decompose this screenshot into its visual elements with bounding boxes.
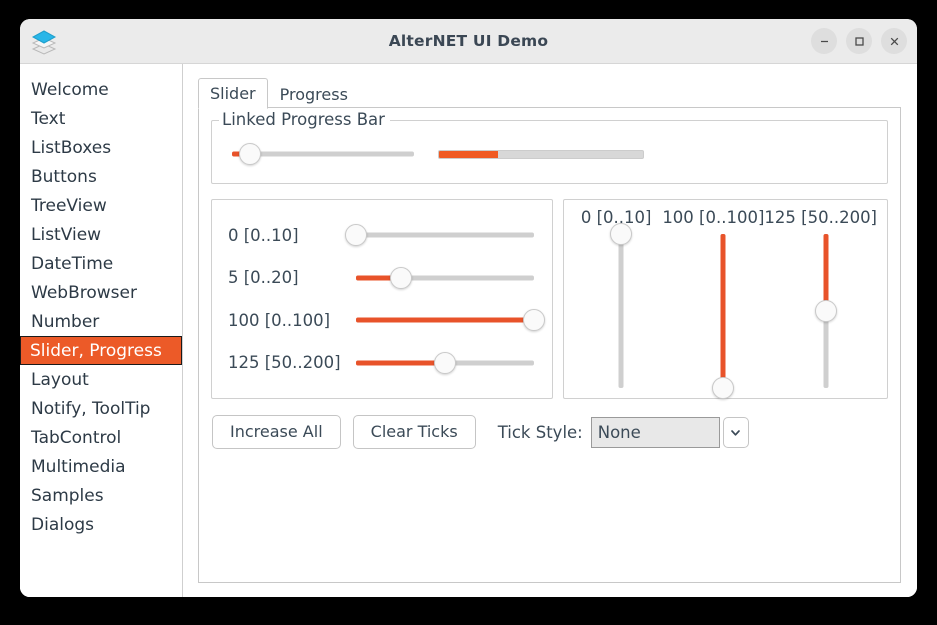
close-icon[interactable]: [881, 28, 907, 54]
vertical-slider-label: 100 [0..100]: [662, 208, 765, 227]
slider-wrap: [356, 265, 534, 291]
slider-label: 100 [0..100]: [228, 310, 331, 330]
slider-label: 125 [50..200]: [228, 353, 341, 373]
chevron-down-icon[interactable]: [722, 416, 749, 448]
tab-panel-slider: Linked Progress Bar 0 [0..10] 5 [0..20] …: [198, 107, 901, 583]
vertical-slider-0-10[interactable]: [608, 223, 634, 388]
sidebar-item-dialogs[interactable]: Dialogs: [20, 510, 182, 539]
app-window: AlterNET UI Demo Welcome Text ListBoxes …: [20, 19, 917, 597]
sidebar-item-listview[interactable]: ListView: [20, 220, 182, 249]
slider-track: [356, 232, 534, 238]
vertical-slider-tracks: [570, 223, 877, 399]
slider-row: 5 [0..20]: [228, 263, 534, 293]
slider-thumb[interactable]: [712, 377, 735, 399]
sidebar: Welcome Text ListBoxes Buttons TreeView …: [20, 64, 183, 597]
slider-label: 5 [0..20]: [228, 268, 299, 288]
linked-row: [224, 137, 875, 171]
slider-thumb[interactable]: [345, 224, 367, 247]
layers-icon: [29, 26, 59, 56]
sidebar-item-webbrowser[interactable]: WebBrowser: [20, 278, 182, 307]
sidebar-item-welcome[interactable]: Welcome: [20, 75, 182, 104]
slider-wrap: [356, 350, 534, 376]
horizontal-slider-50-200[interactable]: [356, 350, 534, 376]
slider-thumb[interactable]: [389, 266, 412, 289]
tab-strip: Slider Progress: [198, 78, 901, 109]
vertical-slider-column: [672, 234, 774, 399]
slider-thumb[interactable]: [434, 351, 456, 374]
vertical-slider-column: [775, 234, 877, 388]
linked-progress-group: Linked Progress Bar: [211, 110, 888, 184]
increase-all-button[interactable]: Increase All: [212, 415, 341, 449]
sidebar-item-datetime[interactable]: DateTime: [20, 249, 182, 278]
sidebar-item-tabcontrol[interactable]: TabControl: [20, 423, 182, 452]
vertical-slider-label: 125 [50..200]: [764, 208, 877, 227]
sidebar-item-number[interactable]: Number: [20, 307, 182, 336]
linked-progress-bar: [438, 149, 644, 159]
tick-style-value[interactable]: None: [590, 416, 720, 448]
sidebar-item-buttons[interactable]: Buttons: [20, 162, 182, 191]
window-title: AlterNET UI Demo: [388, 32, 549, 50]
slider-fill: [356, 317, 534, 323]
sidebar-item-samples[interactable]: Samples: [20, 481, 182, 510]
sidebar-item-multimedia[interactable]: Multimedia: [20, 452, 182, 481]
tab-slider[interactable]: Slider: [198, 78, 268, 109]
vertical-slider-column: [570, 223, 672, 388]
tick-style-label: Tick Style:: [497, 422, 583, 442]
tick-style-combobox[interactable]: None: [590, 416, 749, 448]
slider-thumb[interactable]: [610, 223, 633, 245]
horizontal-slider-0-20[interactable]: [356, 265, 534, 291]
horizontal-slider-0-10[interactable]: [345, 222, 534, 248]
slider-wrap: [345, 222, 534, 248]
controls-row: Increase All Clear Ticks Tick Style: Non…: [211, 415, 888, 449]
clear-ticks-button[interactable]: Clear Ticks: [352, 415, 476, 449]
maximize-icon[interactable]: [846, 28, 872, 54]
vertical-slider-0-100[interactable]: [710, 234, 736, 399]
horizontal-slider-0-100[interactable]: [356, 307, 545, 333]
sliders-panels-row: 0 [0..10] 5 [0..20] 100 [0..100] 125 [50…: [211, 199, 888, 399]
sidebar-item-notify-tooltip[interactable]: Notify, ToolTip: [20, 394, 182, 423]
slider-fill: [356, 360, 445, 366]
content-area: Slider Progress Linked Progress Bar 0 [0…: [183, 64, 917, 597]
slider-row: 0 [0..10]: [228, 220, 534, 250]
slider-fill: [720, 234, 726, 388]
slider-wrap: [356, 307, 545, 333]
tab-progress[interactable]: Progress: [268, 79, 360, 109]
sidebar-item-treeview[interactable]: TreeView: [20, 191, 182, 220]
sidebar-item-slider-progress[interactable]: Slider, Progress: [20, 336, 182, 365]
sidebar-item-text[interactable]: Text: [20, 104, 182, 133]
slider-thumb[interactable]: [814, 300, 837, 322]
minimize-icon[interactable]: [811, 28, 837, 54]
slider-thumb[interactable]: [523, 309, 545, 332]
slider-track: [618, 234, 624, 388]
progress-fill: [439, 150, 499, 158]
sidebar-item-listboxes[interactable]: ListBoxes: [20, 133, 182, 162]
window-controls: [811, 19, 907, 63]
vertical-sliders-panel: 0 [0..10] 100 [0..100] 125 [50..200]: [563, 199, 888, 399]
window-body: Welcome Text ListBoxes Buttons TreeView …: [20, 64, 917, 597]
group-title: Linked Progress Bar: [219, 110, 390, 130]
slider-row: 125 [50..200]: [228, 348, 534, 378]
slider-thumb[interactable]: [239, 143, 262, 165]
slider-row: 100 [0..100]: [228, 305, 545, 335]
vertical-slider-50-200[interactable]: [813, 234, 839, 388]
slider-label: 0 [0..10]: [228, 225, 299, 245]
sidebar-item-layout[interactable]: Layout: [20, 365, 182, 394]
linked-slider[interactable]: [232, 141, 414, 167]
title-bar: AlterNET UI Demo: [20, 19, 917, 64]
horizontal-sliders-panel: 0 [0..10] 5 [0..20] 100 [0..100] 125 [50…: [211, 199, 553, 399]
